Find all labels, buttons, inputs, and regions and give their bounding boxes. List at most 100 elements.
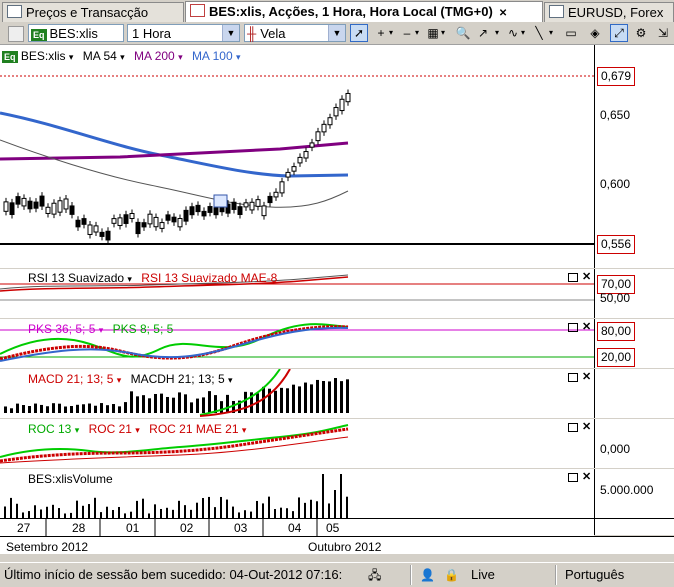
pks-level-80: 80,00 <box>597 322 636 341</box>
maximize-panel-icon[interactable] <box>568 423 578 434</box>
timeframe-select[interactable]: 1 Hora ▼ <box>127 24 240 42</box>
macdh-bar <box>292 384 295 413</box>
pks-panel[interactable]: PKS 36; 5; 5 ▾ PKS 8; 5; 5 ✕ <box>0 319 594 368</box>
chevron-down-icon[interactable]: ▾ <box>69 52 74 62</box>
macdh-bar <box>172 397 175 413</box>
chevron-down-icon[interactable]: ▾ <box>386 24 396 42</box>
legend-ma100[interactable]: MA 100 <box>192 49 233 63</box>
close-panel-icon[interactable]: ✕ <box>582 422 591 433</box>
macdh-bar <box>322 381 325 413</box>
maximize-panel-icon[interactable] <box>568 473 578 484</box>
date-axis[interactable]: 27 28 01 02 03 04 05 <box>0 518 594 536</box>
legend-rsi-mae[interactable]: RSI 13 Suavizado MAE-8 <box>141 271 277 285</box>
close-panel-icon[interactable]: ✕ <box>582 322 591 333</box>
user-icon[interactable]: 👤 <box>420 563 435 587</box>
chevron-down-icon[interactable]: ▾ <box>518 24 528 42</box>
volume-bar <box>10 497 12 518</box>
legend-symbol[interactable]: BES:xlis <box>21 49 66 63</box>
candle <box>201 210 207 217</box>
price-chart-panel[interactable]: Eq BES:xlis ▾ MA 54 ▾ MA 200 ▾ MA 100 ▾ <box>0 45 594 268</box>
legend-macd[interactable]: MACD 21; 13; 5 <box>28 372 113 386</box>
chevron-down-icon[interactable]: ▾ <box>546 24 556 42</box>
candle <box>33 201 39 209</box>
chevron-down-icon[interactable]: ▾ <box>117 375 122 385</box>
network-icon[interactable]: 🖧 <box>368 563 381 587</box>
line-tool-icon[interactable]: ↗ <box>474 24 492 42</box>
close-panel-icon[interactable]: ✕ <box>582 372 591 383</box>
macdh-bar <box>310 384 313 413</box>
legend-roc21-mae[interactable]: ROC 21 MAE 21 <box>149 422 238 436</box>
price-axis[interactable]: 0,679 0,650 0,600 0,556 <box>594 45 674 268</box>
candle <box>327 117 333 126</box>
chevron-down-icon[interactable]: ▼ <box>222 25 239 41</box>
symbol-selector[interactable]: Eq BES:xlis <box>28 24 124 42</box>
chart-type-select[interactable]: ╫ Vela ▼ <box>244 24 346 42</box>
chevron-down-icon[interactable]: ▾ <box>492 24 502 42</box>
close-icon[interactable]: ✕ <box>499 4 507 23</box>
chevron-down-icon[interactable]: ▾ <box>75 425 80 435</box>
legend-volume[interactable]: BES:xlisVolume <box>28 472 113 486</box>
lock-icon[interactable]: 🔒 <box>444 563 459 587</box>
roc-panel[interactable]: ROC 13 ▾ ROC 21 ▾ ROC 21 MAE 21 ▾ ✕ <box>0 419 594 468</box>
zoom-icon[interactable]: 🔍 <box>454 24 472 42</box>
chevron-down-icon[interactable]: ▼ <box>328 25 345 41</box>
tab-precos-transaccao[interactable]: Preços e Transacção <box>2 2 184 22</box>
eraser-icon[interactable]: ▭ <box>562 24 580 42</box>
maximize-panel-icon[interactable] <box>568 373 578 384</box>
chevron-down-icon[interactable]: ▾ <box>135 425 140 435</box>
macd-axis <box>594 369 674 418</box>
legend-rsi[interactable]: RSI 13 Suavizado <box>28 271 124 285</box>
volume-level: 5.000.000 <box>600 483 654 497</box>
tab-eurusd[interactable]: EURUSD, Forex <box>544 2 674 22</box>
roc-legend: ROC 13 ▾ ROC 21 ▾ ROC 21 MAE 21 ▾ <box>28 422 246 436</box>
tab-bes-chart[interactable]: BES:xlis, Acções, 1 Hora, Hora Local (TM… <box>185 1 543 23</box>
month-label: Outubro 2012 <box>308 540 382 554</box>
legend-ma200[interactable]: MA 200 <box>134 49 175 63</box>
macdh-bar <box>154 393 157 413</box>
chevron-down-icon[interactable]: ▾ <box>236 52 241 62</box>
autoscale-icon[interactable]: ⤢ <box>610 24 628 42</box>
macdh-bar <box>136 396 139 413</box>
macdh-bar <box>130 391 133 413</box>
rsi-panel[interactable]: RSI 13 Suavizado ▾ RSI 13 Suavizado MAE-… <box>0 269 594 318</box>
expand-icon[interactable]: ⇲ <box>654 24 672 42</box>
macdh-bar <box>196 398 199 413</box>
legend-pks8[interactable]: PKS 8; 5; 5 <box>113 322 174 336</box>
paint-icon[interactable]: ◈ <box>586 24 604 42</box>
volume-bar <box>202 498 204 518</box>
month-axis: Setembro 2012 Outubro 2012 <box>0 536 674 555</box>
language[interactable]: Português <box>565 563 624 587</box>
close-panel-icon[interactable]: ✕ <box>582 272 591 283</box>
chevron-down-icon[interactable]: ▾ <box>228 375 233 385</box>
legend-pks36[interactable]: PKS 36; 5; 5 <box>28 322 95 336</box>
macdh-bar <box>16 403 19 413</box>
settings-icon[interactable]: ⚙ <box>632 24 650 42</box>
price-tick: 0,600 <box>600 177 631 191</box>
maximize-panel-icon[interactable] <box>568 323 578 334</box>
chevron-down-icon[interactable]: ▾ <box>438 24 448 42</box>
chevron-down-icon[interactable]: ▾ <box>178 52 183 62</box>
pointer-tool-icon[interactable]: ➚ <box>350 24 368 42</box>
legend-macdh[interactable]: MACDH 21; 13; 5 <box>131 372 225 386</box>
volume-panel[interactable]: BES:xlisVolume ✕ <box>0 469 594 518</box>
legend-roc13[interactable]: ROC 13 <box>28 422 71 436</box>
candle <box>153 216 159 228</box>
volume-bar <box>142 498 144 518</box>
chevron-down-icon[interactable]: ▾ <box>412 24 422 42</box>
candle <box>159 222 165 229</box>
chevron-down-icon[interactable]: ▾ <box>99 325 104 335</box>
chevron-down-icon[interactable]: ▾ <box>242 425 247 435</box>
legend-ma54[interactable]: MA 54 <box>83 49 117 63</box>
chevron-down-icon[interactable]: ▾ <box>120 52 125 62</box>
macd-panel[interactable]: MACD 21; 13; 5 ▾ MACDH 21; 13; 5 ▾ ✕ <box>0 369 594 418</box>
maximize-panel-icon[interactable] <box>568 273 578 284</box>
volume-bar <box>52 504 54 518</box>
month-label: Setembro 2012 <box>6 540 89 554</box>
close-panel-icon[interactable]: ✕ <box>582 472 591 483</box>
macdh-bar <box>316 379 319 413</box>
volume-bar <box>166 507 168 518</box>
macdh-bar <box>34 403 37 413</box>
chevron-down-icon[interactable]: ▾ <box>127 274 132 284</box>
macdh-bar <box>4 406 7 413</box>
legend-roc21[interactable]: ROC 21 <box>89 422 132 436</box>
